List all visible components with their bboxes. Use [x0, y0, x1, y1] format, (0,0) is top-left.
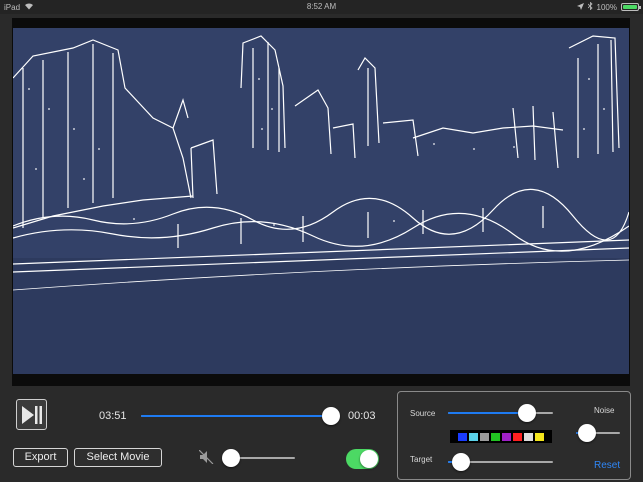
palette-swatch[interactable]: [535, 432, 544, 441]
video-frame-image: [13, 28, 629, 374]
palette-swatch[interactable]: [513, 432, 522, 441]
color-palette: [450, 430, 552, 443]
reset-button[interactable]: Reset: [594, 460, 620, 471]
battery-percent: 100%: [596, 2, 617, 12]
bluetooth-icon: [587, 1, 593, 12]
noise-slider[interactable]: [576, 422, 620, 444]
noise-label: Noise: [594, 406, 615, 415]
palette-swatch[interactable]: [524, 432, 533, 441]
effect-toggle[interactable]: [346, 449, 379, 469]
target-thumb[interactable]: [451, 453, 470, 471]
status-bar: iPad 8:52 AM 100%: [0, 0, 643, 14]
palette-swatch[interactable]: [480, 432, 489, 441]
status-right: 100%: [576, 1, 641, 12]
target-label: Target: [410, 455, 433, 464]
play-pause-icon: [22, 406, 42, 424]
elapsed-time: 03:51: [99, 410, 127, 422]
volume-thumb[interactable]: [222, 449, 240, 467]
remaining-time: 00:03: [348, 410, 376, 422]
playback-progress-slider[interactable]: [141, 405, 341, 427]
palette-swatch[interactable]: [491, 432, 500, 441]
playback-progress-fill: [141, 415, 332, 417]
select-movie-button[interactable]: Select Movie: [74, 448, 162, 467]
export-button[interactable]: Export: [13, 448, 68, 467]
effect-toggle-knob: [360, 450, 378, 468]
source-thumb[interactable]: [517, 404, 536, 422]
target-slider[interactable]: [448, 451, 553, 473]
source-fill: [448, 412, 527, 414]
playback-progress-thumb[interactable]: [322, 407, 341, 425]
palette-swatch[interactable]: [502, 432, 511, 441]
palette-swatch[interactable]: [469, 432, 478, 441]
noise-thumb[interactable]: [578, 424, 596, 442]
palette-swatch[interactable]: [458, 432, 467, 441]
battery-icon: [621, 3, 641, 11]
status-time: 8:52 AM: [306, 2, 337, 11]
source-slider[interactable]: [448, 402, 553, 424]
speaker-muted-icon[interactable]: [198, 449, 215, 469]
video-preview[interactable]: [12, 18, 630, 386]
play-pause-button[interactable]: [16, 399, 47, 430]
volume-slider[interactable]: [222, 447, 295, 469]
location-arrow-icon: [576, 2, 584, 12]
color-adjust-panel: Source Noise Target Reset: [397, 391, 631, 480]
source-label: Source: [410, 409, 436, 418]
